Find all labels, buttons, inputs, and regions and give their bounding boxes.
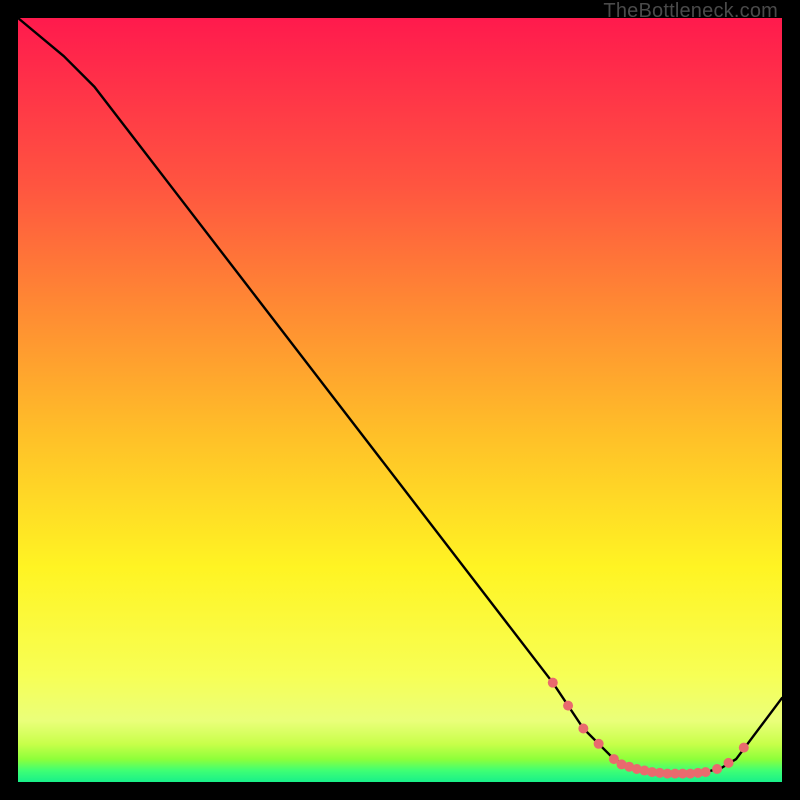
marker-group [548, 678, 749, 779]
marker-dot [724, 758, 734, 768]
marker-dot [548, 678, 558, 688]
marker-dot [701, 767, 711, 777]
chart-frame: TheBottleneck.com [0, 0, 800, 800]
marker-dot [594, 739, 604, 749]
marker-dot [578, 724, 588, 734]
curve-line [18, 18, 782, 774]
marker-dot [563, 701, 573, 711]
chart-svg [18, 18, 782, 782]
plot-area [18, 18, 782, 782]
marker-dot [712, 764, 722, 774]
marker-dot [739, 743, 749, 753]
